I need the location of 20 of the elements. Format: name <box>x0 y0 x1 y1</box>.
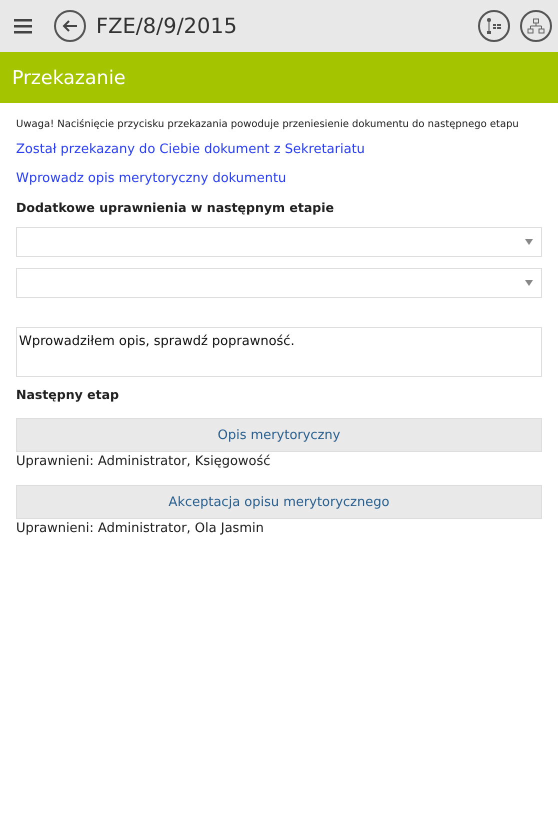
permissions-label: Dodatkowe uprawnienia w następnym etapie <box>16 200 335 215</box>
section-title: Przekazanie <box>12 66 126 88</box>
caret-icon <box>525 280 533 286</box>
stage-button[interactable]: Akceptacja opisu merytorycznego <box>16 485 542 519</box>
next-stage-label: Następny etap <box>16 387 120 402</box>
link[interactable]: Został przekazany do Ciebie dokument z Sekretariatu <box>16 142 365 157</box>
back-arrow-icon <box>61 19 79 33</box>
comment-field[interactable]: Wprowadziłem opis, sprawdź poprawność. <box>16 327 542 377</box>
list-tree-icon <box>485 17 503 35</box>
hierarchy-icon <box>527 18 545 34</box>
document-title: FZE/8/9/2015 <box>96 14 238 38</box>
link[interactable]: Wprowadz opis merytoryczny dokumentu <box>16 171 286 186</box>
list-tree-button[interactable] <box>478 10 510 42</box>
permitted-users: Uprawnieni: Administrator, Ola Jasmin <box>16 521 265 536</box>
back-button[interactable] <box>54 10 86 42</box>
hierarchy-button[interactable] <box>520 10 552 42</box>
stage-button[interactable]: Opis merytoryczny <box>16 418 542 452</box>
warning-text: Uwaga! Naciśnięcie przycisku przekazania powoduje przeniesienie dokumentu do następnego etapu <box>16 119 520 130</box>
permitted-users: Uprawnieni: Administrator, Księgowość <box>16 454 272 469</box>
caret-icon <box>525 239 533 245</box>
